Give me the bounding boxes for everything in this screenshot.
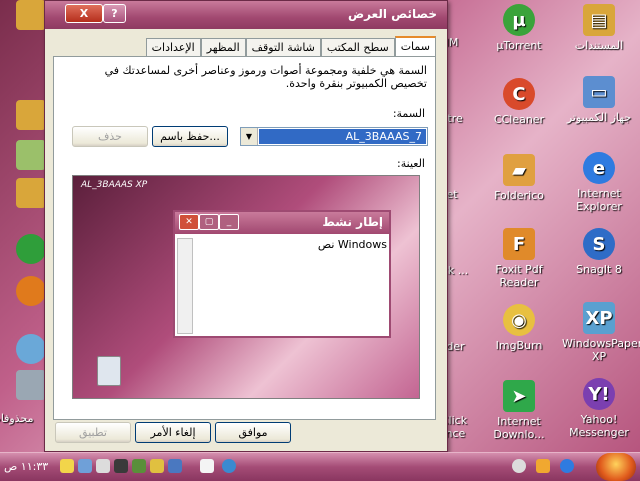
apply-button[interactable]: تطبيق <box>55 422 131 443</box>
desktop-icon-label: WindowsPaper XP <box>562 337 640 363</box>
tab-appearance[interactable]: المظهر <box>200 38 246 57</box>
theme-preview: AL_3BAAAS XP إطار نشط ✕ ▢ _ نص Windows <box>72 175 420 399</box>
yahoo-messenger-icon: Y! <box>583 378 615 410</box>
desktop-icon-internet-download-manager[interactable]: ➤ Internet Downlo... <box>482 380 556 441</box>
imgburn-icon: ◉ <box>503 304 535 336</box>
dialog-titlebar[interactable]: خصائص العرض X ? <box>45 1 447 29</box>
media-player-icon[interactable] <box>16 276 46 306</box>
desktop-icon-label: Folderico <box>494 189 544 202</box>
preview-window-title: إطار نشط <box>322 215 383 229</box>
desktop-icon-label: جهاز الكمبيوتر <box>566 111 632 124</box>
maximize-icon: ▢ <box>199 214 219 230</box>
chevron-down-icon[interactable]: ▼ <box>241 128 258 145</box>
save-as-button[interactable]: حفظ باسم... <box>152 126 228 147</box>
themes-panel: السمة هي خلفية ومجموعة أصوات ورموز وعناص… <box>53 56 436 420</box>
folder-icon[interactable] <box>16 178 46 208</box>
sample-label: العينة: <box>397 157 425 170</box>
theme-label: السمة: <box>392 107 425 120</box>
ok-button[interactable]: موافق <box>215 422 291 443</box>
folder-icon[interactable] <box>16 140 46 170</box>
desktop-icon-foxit-reader[interactable]: F Foxit Pdf Reader <box>482 228 556 289</box>
shield-icon[interactable] <box>132 459 146 473</box>
globe-icon[interactable] <box>16 234 46 264</box>
desktop-icon-label: المستندات <box>574 39 624 52</box>
desktop-icon-documents[interactable]: ▤ المستندات <box>562 4 636 52</box>
usb-icon[interactable] <box>96 459 110 473</box>
cancel-button[interactable]: إلغاء الأمر <box>135 422 211 443</box>
desktop-icon-label: Yahoo! Messenger <box>569 413 629 439</box>
folder-icon[interactable] <box>16 0 46 30</box>
preview-active-window: إطار نشط ✕ ▢ _ نص Windows <box>173 210 391 338</box>
desktop-icon-label: Internet Downlo... <box>493 415 545 441</box>
desktop-icon-label: Foxit Pdf Reader <box>495 263 543 289</box>
winamp-icon[interactable] <box>512 459 526 473</box>
desktop-icon-label: محذوفات <box>0 412 34 425</box>
printer-icon[interactable] <box>78 459 92 473</box>
help-button[interactable]: ? <box>103 4 126 23</box>
tab-settings[interactable]: الإعدادات <box>145 38 201 57</box>
preview-window-titlebar: إطار نشط ✕ ▢ _ <box>175 212 389 234</box>
documents-folder-icon: ▤ <box>583 4 615 36</box>
start-button[interactable] <box>596 453 636 481</box>
gear-icon[interactable] <box>16 334 46 364</box>
preview-scrollbar <box>177 238 193 334</box>
snagit-icon: S <box>583 228 615 260</box>
windowspaper-icon: XP <box>583 302 615 334</box>
tab-bar: سمات سطح المكتب شاشة التوقف المظهر الإعد… <box>145 36 436 58</box>
my-computer-icon: ▭ <box>583 76 615 108</box>
minimize-icon: _ <box>219 214 239 230</box>
delete-button[interactable]: حذف <box>72 126 148 147</box>
foxit-reader-icon: F <box>503 228 535 260</box>
theme-select[interactable]: ▼ AL_3BAAAS_7 <box>240 127 428 146</box>
taskbar-clock[interactable]: ١١:٣٣ ص <box>4 460 48 473</box>
theme-select-value: AL_3BAAAS_7 <box>259 129 426 144</box>
desktop-icon-utorrent[interactable]: µ µTorrent <box>482 4 556 52</box>
ccleaner-icon: C <box>503 78 535 110</box>
close-icon: ✕ <box>179 214 199 230</box>
network-status-icon[interactable] <box>222 459 236 473</box>
tab-screen-saver[interactable]: شاشة التوقف <box>245 38 321 57</box>
folderico-icon: ▰ <box>503 154 535 186</box>
desktop-icon-folderico[interactable]: ▰ Folderico <box>482 154 556 202</box>
desktop-icon-my-computer[interactable]: ▭ جهاز الكمبيوتر <box>562 76 636 124</box>
desktop-icon-recycle-bin[interactable]: محذوفات <box>0 412 44 425</box>
close-button[interactable]: X <box>65 4 103 23</box>
recycle-bin-icon <box>97 356 121 386</box>
antivirus-icon[interactable] <box>150 459 164 473</box>
tab-themes[interactable]: سمات <box>394 36 436 58</box>
desktop-icon-windowspaper[interactable]: XP WindowsPaper XP <box>562 302 640 363</box>
desktop-icon-label: ImgBurn <box>495 339 543 352</box>
desktop-icon-yahoo-messenger[interactable]: Y! Yahoo! Messenger <box>562 378 636 439</box>
desktop-icon-snagit[interactable]: S SnagIt 8 <box>562 228 636 276</box>
recycle-bin-icon[interactable] <box>16 370 46 400</box>
desktop-icon-label: µTorrent <box>496 39 542 52</box>
dialog-title: خصائص العرض <box>347 7 437 21</box>
internet-explorer-icon[interactable] <box>560 459 574 473</box>
desktop-icon-label: SnagIt 8 <box>576 263 622 276</box>
display-properties-dialog: خصائص العرض X ? سمات سطح المكتب شاشة الت… <box>44 0 448 452</box>
desktop-icon-internet-explorer[interactable]: e Internet Explorer <box>562 152 636 213</box>
clock-icon[interactable] <box>60 459 74 473</box>
network-icon[interactable] <box>114 459 128 473</box>
tab-desktop[interactable]: سطح المكتب <box>320 38 395 57</box>
desktop-icon-label: CCleaner <box>493 113 545 126</box>
folder-icon[interactable] <box>16 100 46 130</box>
volume-icon[interactable] <box>200 459 214 473</box>
desktop-icon-ccleaner[interactable]: C CCleaner <box>482 78 556 126</box>
firefox-icon[interactable] <box>536 459 550 473</box>
messenger-icon[interactable] <box>168 459 182 473</box>
left-icon-strip: محذوفات <box>0 0 46 452</box>
utorrent-icon: µ <box>503 4 535 36</box>
taskbar: ١١:٣٣ ص <box>0 452 640 481</box>
theme-description: السمة هي خلفية ومجموعة أصوات ورموز وعناص… <box>104 64 427 90</box>
preview-window-text: نص Windows <box>317 238 387 251</box>
preview-title: AL_3BAAAS XP <box>81 180 148 190</box>
desktop-icon-label: Internet Explorer <box>576 187 622 213</box>
internet-download-manager-icon: ➤ <box>503 380 535 412</box>
desktop-icon-label: et <box>446 188 458 201</box>
desktop-icon-imgburn[interactable]: ◉ ImgBurn <box>482 304 556 352</box>
internet-explorer-icon: e <box>583 152 615 184</box>
